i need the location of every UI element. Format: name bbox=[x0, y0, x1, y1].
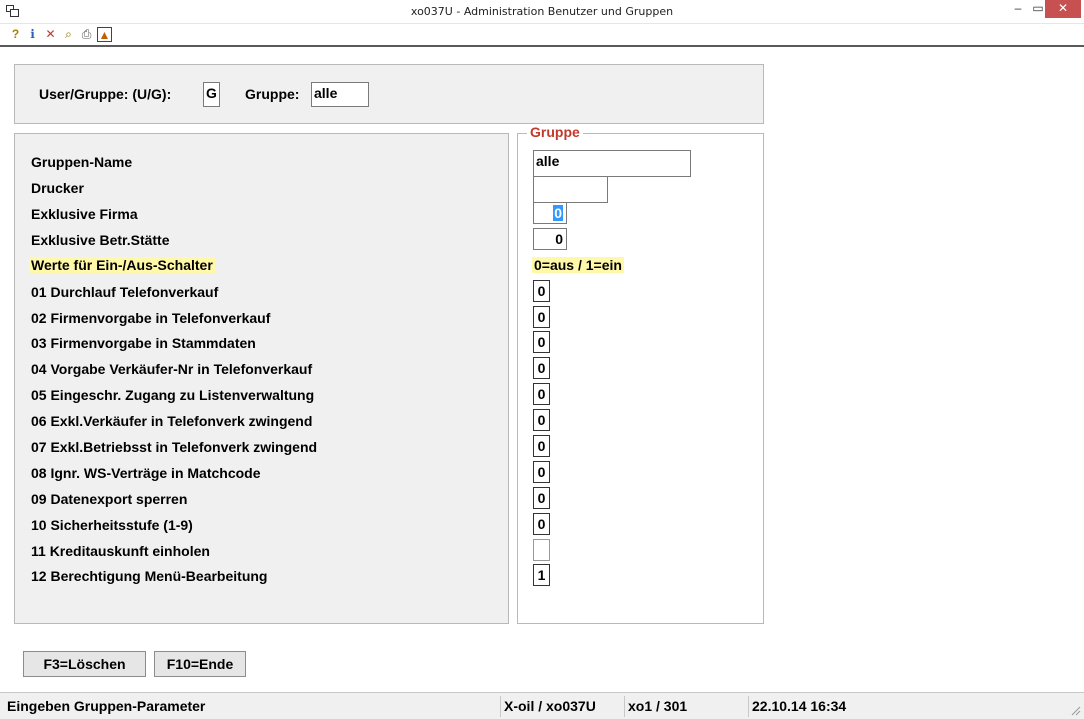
status-bar: Eingeben Gruppen-Parameter X-oil / xo037… bbox=[0, 692, 1084, 719]
switch-field[interactable]: 1 bbox=[533, 564, 550, 586]
exclusive-company-label: Exklusive Firma bbox=[31, 206, 138, 222]
info-icon[interactable]: ℹ bbox=[25, 27, 40, 42]
user-group-field[interactable]: G bbox=[203, 82, 220, 107]
status-program: X-oil / xo037U bbox=[500, 696, 624, 717]
group-name-label: Gruppen-Name bbox=[31, 154, 133, 170]
window-title: xo037U - Administration Benutzer und Gru… bbox=[410, 5, 674, 18]
status-datetime: 22.10.14 16:34 bbox=[748, 696, 898, 717]
switch-label: 12 Berechtigung Menü-Bearbeitung bbox=[31, 568, 268, 584]
group-field[interactable]: alle bbox=[311, 82, 369, 107]
toolbar: ? ℹ ✕ ⌕ ⎙ ▲ bbox=[0, 24, 1084, 46]
switch-values-label: Werte für Ein-/Aus-Schalter bbox=[29, 257, 215, 273]
switch-field[interactable]: 0 bbox=[533, 280, 550, 302]
close-button[interactable]: ✕ bbox=[1045, 0, 1081, 18]
switch-label: 04 Vorgabe Verkäufer-Nr in Telefonverkau… bbox=[31, 361, 313, 377]
group-box-legend: Gruppe bbox=[527, 124, 583, 140]
switch-label: 10 Sicherheitsstufe (1-9) bbox=[31, 517, 193, 533]
switch-field[interactable]: 0 bbox=[533, 383, 550, 405]
switch-label: 05 Eingeschr. Zugang zu Listenverwaltung bbox=[31, 387, 315, 403]
switch-field[interactable] bbox=[533, 539, 550, 561]
resize-grip-icon[interactable] bbox=[1069, 704, 1081, 716]
switch-label: 06 Exkl.Verkäufer in Telefonverk zwingen… bbox=[31, 413, 313, 429]
switch-field[interactable]: 0 bbox=[533, 461, 550, 483]
group-name-field[interactable]: alle bbox=[533, 150, 691, 177]
status-session: xo1 / 301 bbox=[624, 696, 748, 717]
header-panel: User/Gruppe: (U/G): G Gruppe: alle bbox=[14, 64, 764, 124]
switch-field[interactable]: 0 bbox=[533, 331, 550, 353]
status-message: Eingeben Gruppen-Parameter bbox=[7, 698, 206, 714]
delete-icon[interactable]: ✕ bbox=[43, 27, 58, 42]
switch-label: 02 Firmenvorgabe in Telefonverkauf bbox=[31, 310, 271, 326]
exclusive-site-label: Exklusive Betr.Stätte bbox=[31, 232, 170, 248]
close-icon: ✕ bbox=[1057, 1, 1069, 15]
exclusive-company-field[interactable]: 0 bbox=[533, 202, 567, 224]
minimize-icon: – bbox=[1014, 1, 1022, 15]
switch-field[interactable]: 0 bbox=[533, 513, 550, 535]
switch-field[interactable]: 0 bbox=[533, 357, 550, 379]
maximize-icon: ▭ bbox=[1032, 1, 1044, 15]
end-button[interactable]: F10=Ende bbox=[154, 651, 246, 677]
help-icon[interactable]: ? bbox=[8, 27, 23, 42]
printer-label: Drucker bbox=[31, 180, 84, 196]
print-icon[interactable]: ⎙ bbox=[79, 27, 94, 42]
switch-label: 03 Firmenvorgabe in Stammdaten bbox=[31, 335, 256, 351]
search-icon[interactable]: ⌕ bbox=[61, 27, 76, 42]
minimize-button[interactable]: – bbox=[1008, 0, 1028, 18]
export-icon[interactable]: ▲ bbox=[97, 27, 112, 42]
group-label: Gruppe: bbox=[245, 86, 300, 102]
switch-label: 07 Exkl.Betriebsst in Telefonverk zwinge… bbox=[31, 439, 318, 455]
switch-field[interactable]: 0 bbox=[533, 435, 550, 457]
exclusive-site-field[interactable]: 0 bbox=[533, 228, 567, 250]
printer-field[interactable] bbox=[533, 176, 608, 203]
exclusive-company-value: 0 bbox=[553, 205, 563, 221]
client-area: User/Gruppe: (U/G): G Gruppe: alle Grupp… bbox=[0, 47, 1084, 692]
user-group-label: User/Gruppe: (U/G): bbox=[39, 86, 172, 102]
switch-label: 01 Durchlauf Telefonverkauf bbox=[31, 284, 219, 300]
switch-label: 09 Datenexport sperren bbox=[31, 491, 188, 507]
switch-field[interactable]: 0 bbox=[533, 409, 550, 431]
delete-button[interactable]: F3=Löschen bbox=[23, 651, 146, 677]
switch-field[interactable]: 0 bbox=[533, 306, 550, 328]
title-bar: xo037U - Administration Benutzer und Gru… bbox=[0, 0, 1084, 24]
switch-values-note: 0=aus / 1=ein bbox=[532, 257, 624, 273]
switch-label: 11 Kreditauskunft einholen bbox=[31, 543, 210, 559]
switch-label: 08 Ignr. WS-Verträge in Matchcode bbox=[31, 465, 261, 481]
switch-field[interactable]: 0 bbox=[533, 487, 550, 509]
